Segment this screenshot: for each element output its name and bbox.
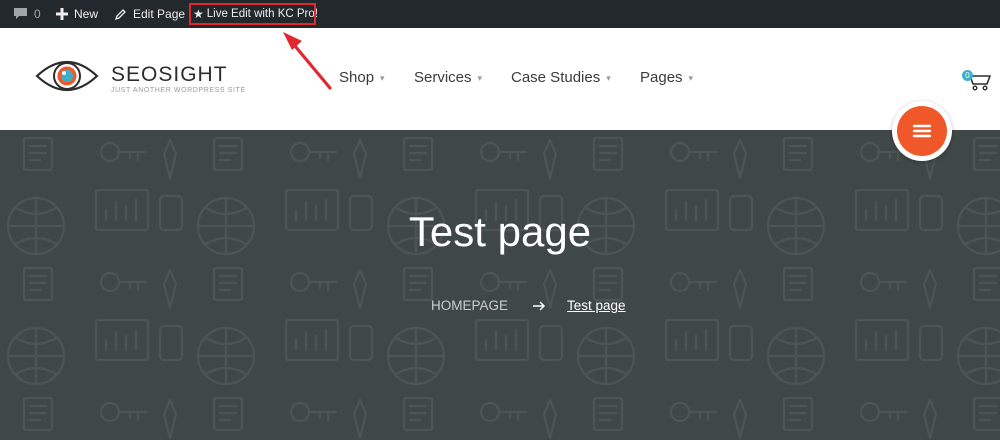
comments-count: 0: [34, 7, 41, 21]
nav-item-label: Pages: [640, 68, 683, 86]
comment-bubble-icon: [14, 8, 27, 19]
edit-page-label: Edit Page: [133, 7, 186, 21]
nav-item-case-studies[interactable]: Case Studies ▾: [511, 67, 611, 87]
breadcrumb-current[interactable]: Test page: [567, 298, 626, 313]
nav-item-pages[interactable]: Pages ▾: [640, 67, 693, 87]
menu-toggle-inner: [897, 106, 947, 156]
nav-item-services[interactable]: Services ▾: [414, 67, 482, 87]
hero-pattern-background: [0, 130, 1000, 440]
chevron-down-icon: ▾: [477, 72, 483, 83]
site-logo[interactable]: [34, 52, 100, 100]
site-tagline: JUST ANOTHER WORDPRESS SITE: [111, 87, 246, 94]
admin-bar-new[interactable]: New: [56, 0, 98, 28]
breadcrumb-home[interactable]: HOMEPAGE: [431, 298, 508, 313]
arrow-right-icon: [533, 301, 546, 311]
nav-item-label: Shop: [339, 68, 375, 86]
chevron-down-icon: ▾: [380, 72, 385, 83]
nav-item-shop[interactable]: Shop ▾: [339, 67, 385, 87]
hamburger-icon: [912, 124, 932, 138]
annotation-highlight-box: [189, 3, 316, 25]
page-hero: Test page HOMEPAGE Test page: [0, 130, 1000, 440]
admin-bar: 0 New Edit Page ★ Live Edit with KC Pro!: [0, 0, 1000, 28]
pencil-icon: [114, 8, 126, 20]
chevron-down-icon: ▾: [606, 72, 611, 83]
new-label: New: [74, 7, 99, 21]
admin-bar-edit-page[interactable]: Edit Page: [114, 0, 185, 28]
eye-logo-icon: [35, 61, 99, 91]
chevron-down-icon: ▾: [688, 72, 694, 83]
site-title[interactable]: SEOSIGHT: [111, 63, 228, 87]
nav-item-label: Case Studies: [511, 68, 601, 86]
cart-button[interactable]: 0: [960, 68, 992, 92]
page-title: Test page: [408, 208, 592, 255]
menu-toggle-button[interactable]: [892, 101, 952, 161]
admin-bar-comments[interactable]: 0: [13, 0, 41, 28]
nav-item-label: Services: [414, 68, 472, 86]
plus-icon: [56, 8, 68, 20]
cart-count-badge: 0: [962, 70, 973, 81]
